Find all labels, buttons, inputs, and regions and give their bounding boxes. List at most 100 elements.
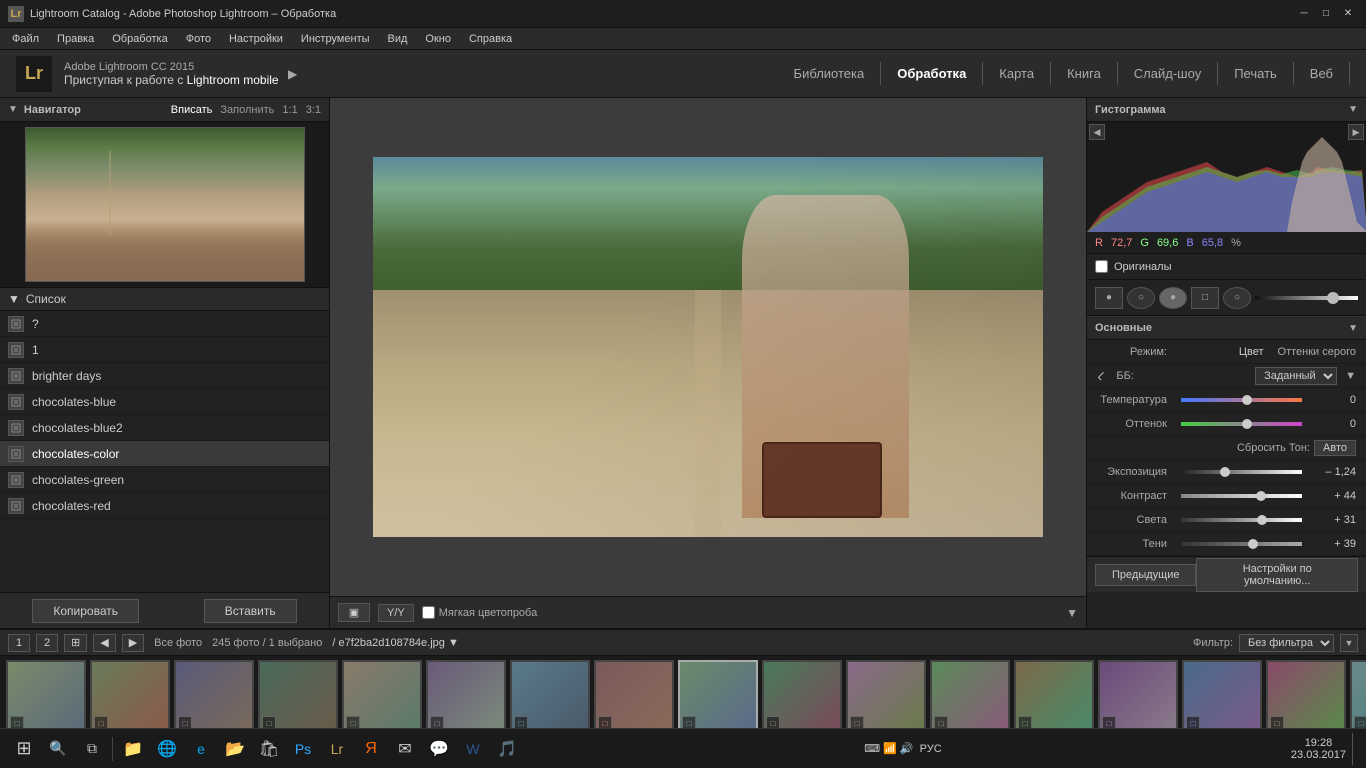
film-thumb-8[interactable]: □ (678, 660, 758, 734)
film-thumb-9[interactable]: □ (762, 660, 842, 734)
file-manager-btn[interactable]: 📁 (117, 733, 149, 765)
social-btn[interactable]: 💬 (423, 733, 455, 765)
music-btn[interactable]: 🎵 (491, 733, 523, 765)
toolbar-end-button[interactable]: ▼ (1066, 606, 1078, 620)
film-thumb-2[interactable]: □ (174, 660, 254, 734)
wb-select[interactable]: Заданный (1255, 367, 1337, 385)
module-book[interactable]: Книга (1051, 62, 1118, 85)
exposure-slider-thumb[interactable] (1220, 467, 1230, 477)
exposure-slider[interactable] (1181, 470, 1302, 474)
basic-collapse-arrow[interactable]: ▼ (1348, 323, 1358, 334)
filmstrip-view2-btn[interactable]: 2 (36, 634, 58, 652)
soft-proof-input[interactable] (422, 606, 435, 619)
highlights-slider-thumb[interactable] (1257, 515, 1267, 525)
close-button[interactable]: ✕ (1338, 4, 1358, 24)
film-thumb-12[interactable]: □ (1014, 660, 1094, 734)
filmstrip-grid-btn[interactable]: ⊞ (64, 634, 87, 652)
shadows-slider-thumb[interactable] (1248, 539, 1258, 549)
film-thumb-14[interactable]: □ (1182, 660, 1262, 734)
nav-option-1-1[interactable]: 1:1 (282, 104, 297, 116)
defaults-button[interactable]: Настройки по умолчанию... (1196, 558, 1358, 592)
yandex-btn[interactable]: Я (355, 733, 387, 765)
preset-item-1[interactable]: 1 (0, 337, 329, 363)
temp-slider-thumb[interactable] (1242, 395, 1252, 405)
module-slideshow[interactable]: Слайд-шоу (1118, 62, 1218, 85)
temp-slider[interactable] (1181, 398, 1302, 402)
before-after-button[interactable]: Y/Y (378, 604, 414, 622)
navigator-collapse-arrow[interactable]: ▼ (8, 104, 18, 115)
module-map[interactable]: Карта (983, 62, 1051, 85)
tint-slider[interactable] (1181, 422, 1302, 426)
filmstrip-view1-btn[interactable]: 1 (8, 634, 30, 652)
mode-color-btn[interactable]: Цвет (1239, 346, 1264, 358)
dropper-icon[interactable]: ⌐ (1092, 366, 1111, 385)
shadows-slider[interactable] (1181, 542, 1302, 546)
preset-item-3[interactable]: chocolates-blue (0, 389, 329, 415)
contrast-slider[interactable] (1181, 494, 1302, 498)
tone-rect-btn[interactable]: □ (1191, 287, 1219, 309)
copy-button[interactable]: Копировать (32, 599, 139, 623)
tone-filled-circle-btn[interactable]: ● (1159, 287, 1187, 309)
search-button[interactable]: 🔍 (42, 733, 74, 765)
ie-btn[interactable]: e (185, 733, 217, 765)
film-thumb-11[interactable]: □ (930, 660, 1010, 734)
edge-btn[interactable]: 🌐 (151, 733, 183, 765)
mail-btn[interactable]: ✉ (389, 733, 421, 765)
auto-button[interactable]: Авто (1314, 440, 1356, 456)
preset-item-2[interactable]: brighter days (0, 363, 329, 389)
preset-item-6[interactable]: chocolates-green (0, 467, 329, 493)
film-thumb-13[interactable]: □ (1098, 660, 1178, 734)
contrast-slider-thumb[interactable] (1256, 491, 1266, 501)
menu-item-6[interactable]: Вид (380, 31, 416, 47)
filmstrip-prev-btn[interactable]: ◀ (93, 634, 115, 652)
view-mode-button[interactable]: ▣ (338, 603, 370, 622)
preset-item-5[interactable]: chocolates-color (0, 441, 329, 467)
film-thumb-5[interactable]: □ (426, 660, 506, 734)
photoshop-btn[interactable]: Ps (287, 733, 319, 765)
menu-item-0[interactable]: Файл (4, 31, 47, 47)
highlights-slider[interactable] (1181, 518, 1302, 522)
menu-item-5[interactable]: Инструменты (293, 31, 378, 47)
film-thumb-0[interactable]: □ (6, 660, 86, 734)
tone-slider-thumb[interactable] (1327, 292, 1339, 304)
filter-select[interactable]: Без фильтра (1239, 634, 1334, 652)
originals-checkbox[interactable] (1095, 260, 1108, 273)
menu-item-4[interactable]: Настройки (221, 31, 291, 47)
menu-item-7[interactable]: Окно (417, 31, 459, 47)
filmstrip-next-btn[interactable]: ▶ (122, 634, 144, 652)
maximize-button[interactable]: □ (1316, 4, 1336, 24)
menu-item-8[interactable]: Справка (461, 31, 520, 47)
nav-option-fill[interactable]: Заполнить (220, 104, 274, 116)
film-thumb-1[interactable]: □ (90, 660, 170, 734)
filmstrip-expand-btn[interactable]: ▼ (1340, 634, 1358, 652)
tone-slider[interactable] (1255, 296, 1358, 300)
presets-collapse-arrow[interactable]: ▼ (8, 292, 20, 306)
minimize-button[interactable]: ─ (1294, 4, 1314, 24)
preset-item-7[interactable]: chocolates-red (0, 493, 329, 519)
tone-circle-btn[interactable]: ○ (1127, 287, 1155, 309)
nav-option-fit[interactable]: Вписать (171, 104, 213, 116)
film-thumb-16[interactable]: □ (1350, 660, 1366, 734)
film-thumb-7[interactable]: □ (594, 660, 674, 734)
task-view-button[interactable]: ⧉ (76, 733, 108, 765)
start-button[interactable]: ⊞ (8, 733, 40, 765)
preset-item-4[interactable]: chocolates-blue2 (0, 415, 329, 441)
tone-point-btn[interactable]: ● (1095, 287, 1123, 309)
menu-item-1[interactable]: Правка (49, 31, 102, 47)
previous-button[interactable]: Предыдущие (1095, 564, 1196, 586)
explorer-btn[interactable]: 📂 (219, 733, 251, 765)
histogram-collapse-arrow[interactable]: ▼ (1348, 104, 1358, 115)
menu-item-3[interactable]: Фото (178, 31, 219, 47)
store-btn[interactable]: 🛍 (253, 733, 285, 765)
film-thumb-6[interactable]: □ (510, 660, 590, 734)
module-print[interactable]: Печать (1218, 62, 1294, 85)
mode-gray-btn[interactable]: Оттенки серого (1278, 346, 1356, 358)
paste-button[interactable]: Вставить (204, 599, 297, 623)
tint-slider-thumb[interactable] (1242, 419, 1252, 429)
menu-item-2[interactable]: Обработка (104, 31, 175, 47)
tone-circle2-btn[interactable]: ○ (1223, 287, 1251, 309)
module-library[interactable]: Библиотека (778, 62, 882, 85)
film-thumb-4[interactable]: □ (342, 660, 422, 734)
module-web[interactable]: Веб (1294, 62, 1350, 85)
preset-item-0[interactable]: ? (0, 311, 329, 337)
